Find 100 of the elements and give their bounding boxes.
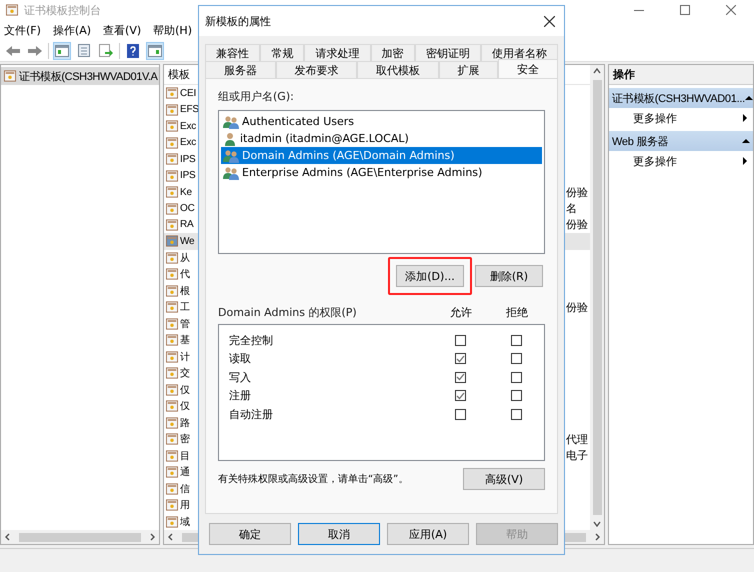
action-pane-icon[interactable]: [146, 42, 164, 60]
checkbox[interactable]: [510, 372, 522, 383]
permission-name: 写入: [229, 370, 252, 385]
template-name[interactable]: RA: [180, 219, 194, 230]
certificate-template-icon: [166, 284, 178, 297]
collapse-icon[interactable]: [744, 94, 753, 102]
template-name[interactable]: 路: [180, 416, 190, 430]
principal-item[interactable]: Domain Admins (AGE\Domain Admins): [221, 147, 542, 164]
template-name[interactable]: 仅: [180, 382, 190, 397]
tab[interactable]: 发布要求: [276, 61, 358, 78]
scroll-left-icon[interactable]: [4, 533, 11, 541]
tab[interactable]: 兼容性: [205, 44, 260, 61]
template-name[interactable]: 代: [180, 267, 190, 282]
checkbox[interactable]: [454, 408, 466, 420]
horizontal-scrollbar[interactable]: [1, 530, 159, 544]
maximize-icon[interactable]: [680, 5, 690, 15]
expand-arrow-icon[interactable]: [741, 157, 749, 165]
template-name[interactable]: 根: [180, 284, 190, 298]
template-name[interactable]: OC: [180, 203, 195, 214]
template-name[interactable]: 计: [180, 350, 190, 364]
dialog-button[interactable]: 确定: [209, 523, 291, 545]
checkbox[interactable]: [454, 372, 466, 383]
expand-arrow-icon[interactable]: [741, 114, 749, 122]
template-name[interactable]: 域: [180, 514, 190, 529]
template-name[interactable]: Ke: [180, 186, 192, 198]
checkbox[interactable]: [510, 334, 522, 346]
certificate-template-icon: [166, 499, 178, 512]
help-icon[interactable]: [124, 42, 142, 60]
tab[interactable]: 扩展: [438, 61, 498, 78]
template-name[interactable]: 目: [180, 448, 190, 463]
certificate-template-icon: [166, 433, 178, 446]
action-item[interactable]: 更多操作: [609, 108, 753, 128]
tab[interactable]: 密钥证明: [414, 44, 481, 61]
template-name[interactable]: Exc: [180, 137, 196, 148]
template-name[interactable]: IPS: [180, 154, 196, 165]
menu-item[interactable]: 操作(A): [52, 22, 92, 38]
dialog-button[interactable]: 添加(D)...: [396, 265, 464, 287]
tab[interactable]: 加密: [370, 44, 415, 61]
export-list-icon[interactable]: [97, 42, 115, 60]
scroll-up-icon[interactable]: [593, 68, 601, 74]
template-detail: 电子: [566, 449, 589, 464]
tab[interactable]: 使用者名称: [480, 44, 558, 61]
actions-header: 操作: [613, 67, 635, 82]
scroll-right-icon[interactable]: [594, 533, 601, 541]
tab[interactable]: 请求处理: [304, 44, 371, 61]
properties-icon[interactable]: [75, 42, 93, 60]
checkbox[interactable]: [454, 334, 466, 346]
template-name[interactable]: 仅: [180, 399, 190, 414]
template-name[interactable]: 密: [180, 432, 190, 446]
tab[interactable]: 常规: [260, 44, 304, 61]
close-icon[interactable]: [726, 5, 736, 15]
vertical-scrollbar[interactable]: [590, 65, 604, 530]
template-name[interactable]: 用: [180, 498, 190, 512]
template-name[interactable]: We: [180, 236, 194, 247]
checkbox[interactable]: [510, 353, 522, 364]
template-name[interactable]: 工: [180, 300, 190, 314]
console-tree-icon[interactable]: [53, 42, 71, 60]
certificate-template-icon: [166, 334, 178, 346]
close-icon[interactable]: [544, 16, 554, 26]
dialog-button[interactable]: 删除(R): [475, 265, 543, 287]
action-section-header[interactable]: 证书模板(CSH3HWVAD01...: [609, 88, 753, 108]
scroll-left-icon[interactable]: [167, 533, 174, 541]
certificate-template-icon: [166, 450, 178, 462]
checkbox[interactable]: [454, 390, 466, 402]
menu-item[interactable]: 文件(F): [4, 22, 41, 38]
dialog-button[interactable]: 取消: [298, 523, 380, 545]
checkbox[interactable]: [454, 353, 466, 364]
scroll-right-icon[interactable]: [149, 533, 156, 541]
menu-item[interactable]: 查看(V): [103, 22, 142, 38]
action-section-header[interactable]: Web 服务器: [609, 131, 753, 151]
tab[interactable]: 取代模板: [357, 61, 439, 78]
principal-item[interactable]: Authenticated Users: [221, 113, 542, 130]
tab[interactable]: 安全: [498, 59, 558, 78]
dialog-button[interactable]: 应用(A): [387, 523, 469, 545]
template-name[interactable]: 通: [180, 465, 190, 480]
template-name[interactable]: 交: [180, 366, 190, 380]
template-name[interactable]: IPS: [180, 170, 196, 182]
principal-item[interactable]: Enterprise Admins (AGE\Enterprise Admins): [221, 164, 542, 181]
template-name[interactable]: EFS: [180, 104, 199, 116]
template-name[interactable]: 基: [180, 333, 190, 348]
template-name[interactable]: 从: [180, 250, 190, 265]
template-name[interactable]: 信: [180, 482, 190, 496]
column-header[interactable]: 模板: [168, 66, 190, 82]
template-name[interactable]: CEI: [180, 88, 196, 99]
advanced-button[interactable]: 高级(V): [463, 468, 545, 490]
checkbox[interactable]: [510, 390, 522, 402]
certificate-template-icon: [166, 482, 178, 495]
template-name[interactable]: 管: [180, 316, 190, 331]
collapse-icon[interactable]: [742, 137, 750, 145]
scroll-down-icon[interactable]: [593, 521, 601, 527]
template-name[interactable]: Exc: [180, 120, 196, 132]
certificate-template-icon: [166, 400, 178, 412]
menu-item[interactable]: 帮助(H): [153, 22, 192, 38]
tab[interactable]: 服务器: [205, 61, 276, 78]
tree-item[interactable]: 证书模板(CSH3HWVAD01V.A: [1, 67, 159, 85]
checkbox[interactable]: [510, 408, 522, 420]
certificate-template-icon: [166, 186, 178, 198]
action-item[interactable]: 更多操作: [609, 151, 753, 171]
certificate-template-icon: [166, 367, 178, 380]
principal-item[interactable]: itadmin (itadmin@AGE.LOCAL): [221, 130, 542, 147]
